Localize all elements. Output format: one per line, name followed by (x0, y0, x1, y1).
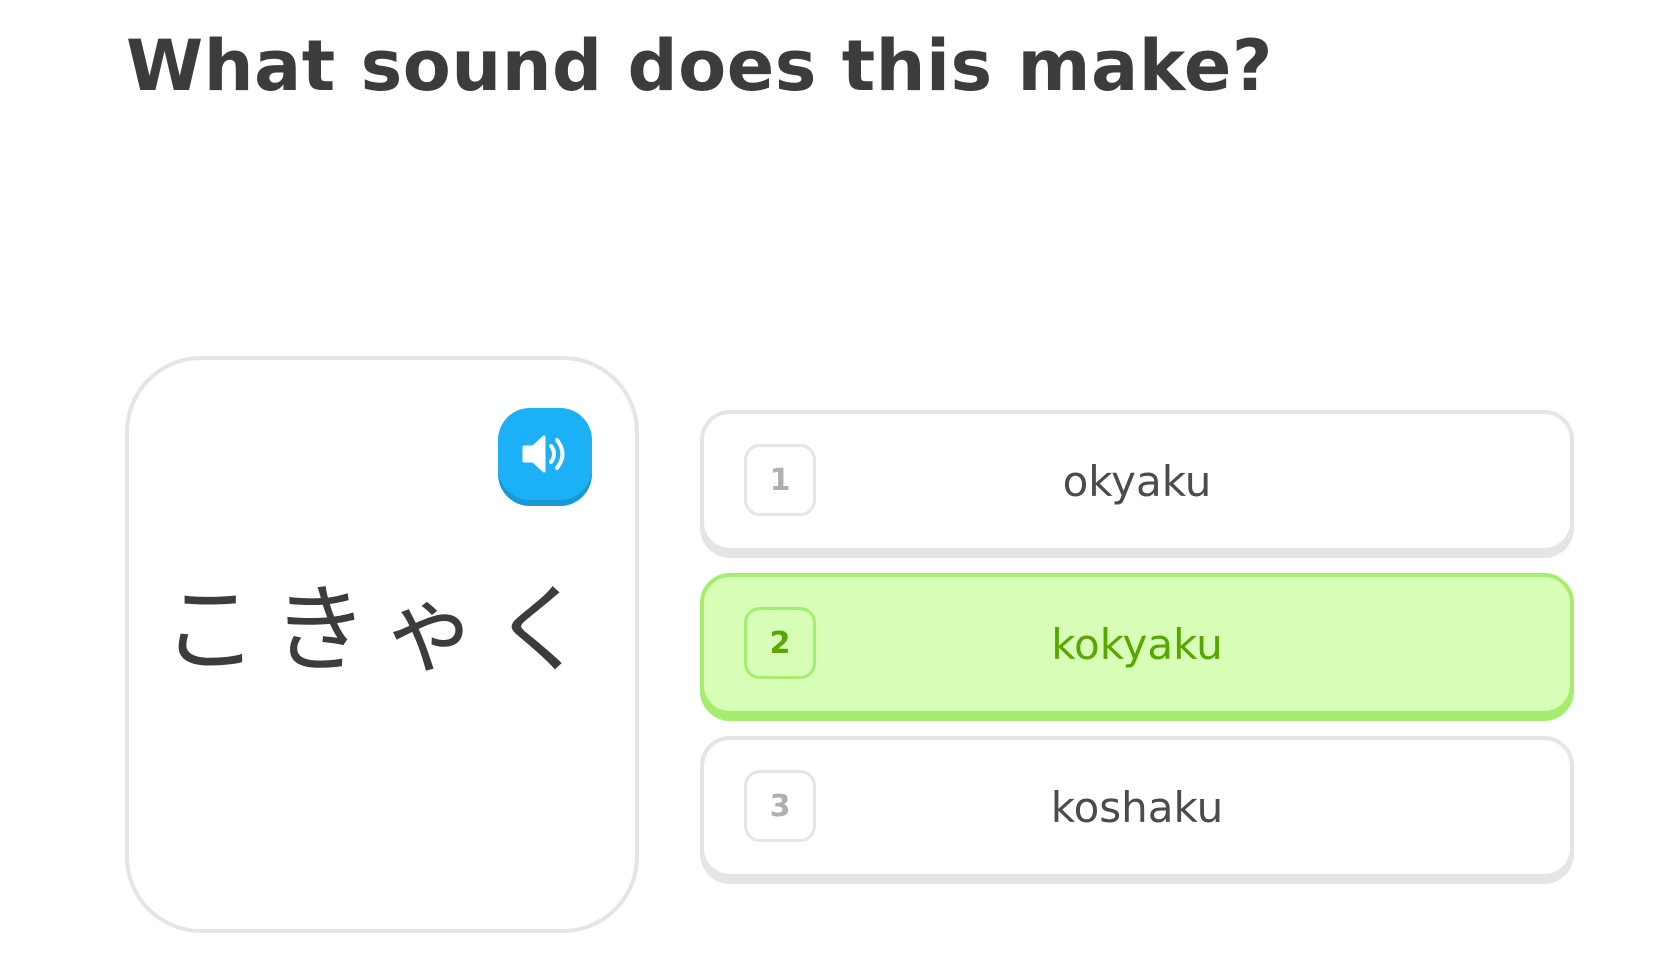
answer-options: 1 okyaku 2 kokyaku 3 koshaku (700, 410, 1574, 899)
speaker-icon (522, 435, 565, 473)
page-title: What sound does this make? (126, 25, 1273, 107)
kana-character: こきゃく (162, 574, 602, 686)
option-okyaku[interactable]: 1 okyaku (700, 410, 1574, 552)
option-label: kokyaku (1051, 619, 1223, 669)
option-kokyaku[interactable]: 2 kokyaku (700, 573, 1574, 715)
character-card: こきゃく (125, 356, 639, 933)
option-label: koshaku (1050, 782, 1224, 832)
play-audio-button[interactable] (498, 408, 592, 500)
option-koshaku[interactable]: 3 koshaku (700, 736, 1574, 878)
option-label: okyaku (1062, 456, 1212, 506)
